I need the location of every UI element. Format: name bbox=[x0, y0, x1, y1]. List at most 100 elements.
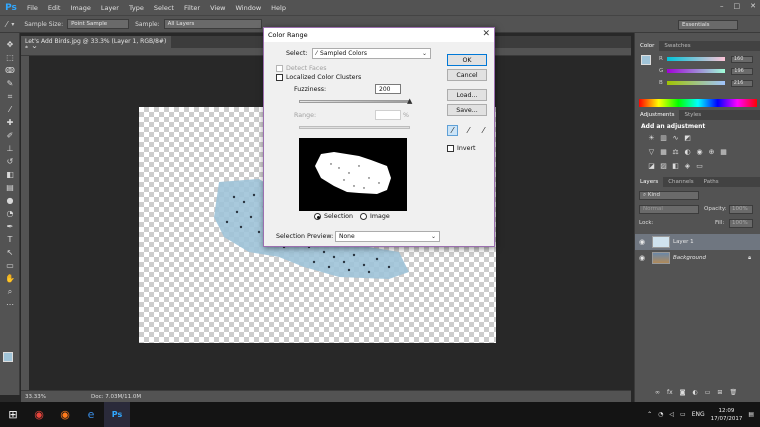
subtract-from-sample-eyedropper-icon[interactable]: ⁄ bbox=[478, 125, 489, 136]
invert-checkbox[interactable] bbox=[447, 145, 454, 152]
blue-slider[interactable]: B 216 bbox=[659, 79, 754, 87]
firefox-icon[interactable]: ◉ bbox=[52, 402, 78, 427]
green-value[interactable]: 196 bbox=[731, 67, 754, 75]
edge-icon[interactable]: e bbox=[78, 402, 104, 427]
visibility-eye-icon[interactable]: ◉ bbox=[635, 238, 649, 246]
channel-mixer-icon[interactable]: ⊕ bbox=[707, 148, 716, 156]
menu-layer[interactable]: Layer bbox=[96, 4, 124, 12]
green-slider[interactable]: G 196 bbox=[659, 67, 754, 75]
fuzziness-input[interactable]: 200 bbox=[375, 84, 401, 94]
layer-name[interactable]: Background bbox=[673, 255, 706, 261]
minimize-button[interactable]: – bbox=[720, 2, 724, 10]
blue-track[interactable] bbox=[666, 81, 725, 85]
color-lookup-icon[interactable]: ▦ bbox=[719, 148, 728, 156]
tab-paths[interactable]: Paths bbox=[699, 179, 724, 185]
foreground-color-swatch[interactable] bbox=[3, 352, 13, 362]
selection-preview-select[interactable]: None ⌄ bbox=[335, 231, 440, 242]
notifications-icon[interactable]: ▤ bbox=[748, 411, 754, 418]
history-brush-icon[interactable]: ↺ bbox=[3, 156, 17, 167]
dialog-close-icon[interactable]: ✕ bbox=[482, 29, 490, 39]
select-dropdown[interactable]: ⁄ Sampled Colors ⌄ bbox=[312, 48, 431, 59]
clock[interactable]: 12:09 17/07/2017 bbox=[711, 407, 743, 423]
menu-select[interactable]: Select bbox=[149, 4, 179, 12]
detect-faces-checkbox[interactable] bbox=[276, 65, 283, 72]
pen-tool-icon[interactable]: ✒ bbox=[3, 221, 17, 232]
range-input[interactable] bbox=[375, 110, 401, 120]
eyedropper-icon[interactable]: ⁄ bbox=[3, 104, 17, 115]
marquee-tool-icon[interactable]: ⬚ bbox=[3, 52, 17, 63]
new-layer-icon[interactable]: ⊞ bbox=[717, 389, 722, 396]
shape-tool-icon[interactable]: ▭ bbox=[3, 260, 17, 271]
gradient-map-icon[interactable]: ▭ bbox=[695, 162, 704, 170]
localized-clusters-checkbox[interactable] bbox=[276, 74, 283, 81]
radio-image[interactable] bbox=[360, 213, 367, 220]
lasso-tool-icon[interactable]: ↂ bbox=[3, 65, 17, 76]
selective-color-icon[interactable]: ◈ bbox=[683, 162, 692, 170]
menu-image[interactable]: Image bbox=[65, 4, 95, 12]
threshold-icon[interactable]: ◧ bbox=[671, 162, 680, 170]
workspace-select[interactable]: Essentials bbox=[678, 20, 738, 30]
show-hidden-icons-icon[interactable]: ⌃ bbox=[647, 411, 652, 418]
invert-adjust-icon[interactable]: ◪ bbox=[647, 162, 656, 170]
photo-filter-icon[interactable]: ◉ bbox=[695, 148, 704, 156]
load-button[interactable]: Load... bbox=[447, 89, 487, 101]
clone-stamp-icon[interactable]: ⊥ bbox=[3, 143, 17, 154]
layer-style-icon[interactable]: fx bbox=[667, 389, 673, 396]
menu-type[interactable]: Type bbox=[124, 4, 149, 12]
layer-filter-select[interactable]: ⌕ Kind bbox=[639, 191, 699, 200]
layer-row-background[interactable]: ◉ Background 🔒︎ bbox=[635, 250, 760, 266]
blue-value[interactable]: 216 bbox=[730, 79, 753, 87]
dodge-tool-icon[interactable]: ◔ bbox=[3, 208, 17, 219]
menu-file[interactable]: File bbox=[22, 4, 43, 12]
color-balance-icon[interactable]: ⚖ bbox=[671, 148, 680, 156]
delete-layer-icon[interactable]: 🗑︎ bbox=[729, 389, 737, 396]
ok-button[interactable]: OK bbox=[447, 54, 487, 66]
hue-saturation-icon[interactable]: ▦ bbox=[659, 148, 668, 156]
curves-icon[interactable]: ∿ bbox=[671, 134, 680, 142]
red-track[interactable] bbox=[666, 57, 725, 61]
save-button[interactable]: Save... bbox=[447, 104, 487, 116]
fuzziness-slider-thumb[interactable]: ▲ bbox=[407, 97, 412, 105]
fuzziness-slider[interactable] bbox=[299, 100, 410, 103]
link-layers-icon[interactable]: ∞ bbox=[655, 389, 660, 396]
adjustment-layer-icon[interactable]: ◐ bbox=[693, 389, 698, 396]
tab-color[interactable]: Color bbox=[635, 41, 660, 51]
volume-icon[interactable]: ◁ bbox=[669, 411, 674, 418]
more-tools-icon[interactable]: ⋯ bbox=[3, 299, 17, 310]
windows-start-icon[interactable]: ⊞ bbox=[0, 402, 26, 427]
sample-select[interactable]: All Layers bbox=[163, 19, 262, 29]
maximize-button[interactable]: □ bbox=[734, 2, 741, 10]
color-panel-foreground[interactable] bbox=[641, 55, 651, 65]
layer-name[interactable]: Layer 1 bbox=[673, 239, 694, 245]
exposure-icon[interactable]: ◩ bbox=[683, 134, 692, 142]
battery-icon[interactable]: ▭ bbox=[680, 411, 686, 418]
tab-styles[interactable]: Styles bbox=[679, 112, 706, 118]
quick-selection-tool-icon[interactable]: ✎ bbox=[3, 78, 17, 89]
eyedropper-icon[interactable]: ⁄ bbox=[447, 125, 458, 136]
fill-input[interactable]: 100% bbox=[729, 219, 753, 228]
path-selection-icon[interactable]: ↖ bbox=[3, 247, 17, 258]
cancel-button[interactable]: Cancel bbox=[447, 69, 487, 81]
dialog-titlebar[interactable]: Color Range ✕ bbox=[264, 28, 494, 42]
add-mask-icon[interactable]: ◙ bbox=[680, 389, 686, 396]
layer-row-layer-1[interactable]: ◉ Layer 1 bbox=[635, 234, 760, 250]
opacity-input[interactable]: 100% bbox=[729, 205, 753, 214]
vibrance-icon[interactable]: ▽ bbox=[647, 148, 656, 156]
crop-tool-icon[interactable]: ⌗ bbox=[3, 91, 17, 102]
network-icon[interactable]: ◔ bbox=[658, 411, 663, 418]
levels-icon[interactable]: ▥ bbox=[659, 134, 668, 142]
menu-filter[interactable]: Filter bbox=[179, 4, 205, 12]
blend-mode-select[interactable]: Normal bbox=[639, 205, 699, 214]
visibility-eye-icon[interactable]: ◉ bbox=[635, 254, 649, 262]
black-white-icon[interactable]: ◐ bbox=[683, 148, 692, 156]
color-spectrum[interactable] bbox=[639, 99, 757, 107]
chrome-icon[interactable]: ◉ bbox=[26, 402, 52, 427]
close-window-button[interactable]: ✕ bbox=[750, 2, 756, 10]
sample-size-select[interactable]: Point Sample bbox=[67, 19, 130, 29]
eraser-tool-icon[interactable]: ◧ bbox=[3, 169, 17, 180]
tab-adjustments[interactable]: Adjustments bbox=[635, 110, 680, 120]
menu-help[interactable]: Help bbox=[266, 4, 291, 12]
posterize-icon[interactable]: ▨ bbox=[659, 162, 668, 170]
red-slider[interactable]: R 160 bbox=[659, 55, 754, 63]
document-tab[interactable]: Let's Add Birds.jpg @ 33.3% (Layer 1, RG… bbox=[21, 36, 171, 52]
